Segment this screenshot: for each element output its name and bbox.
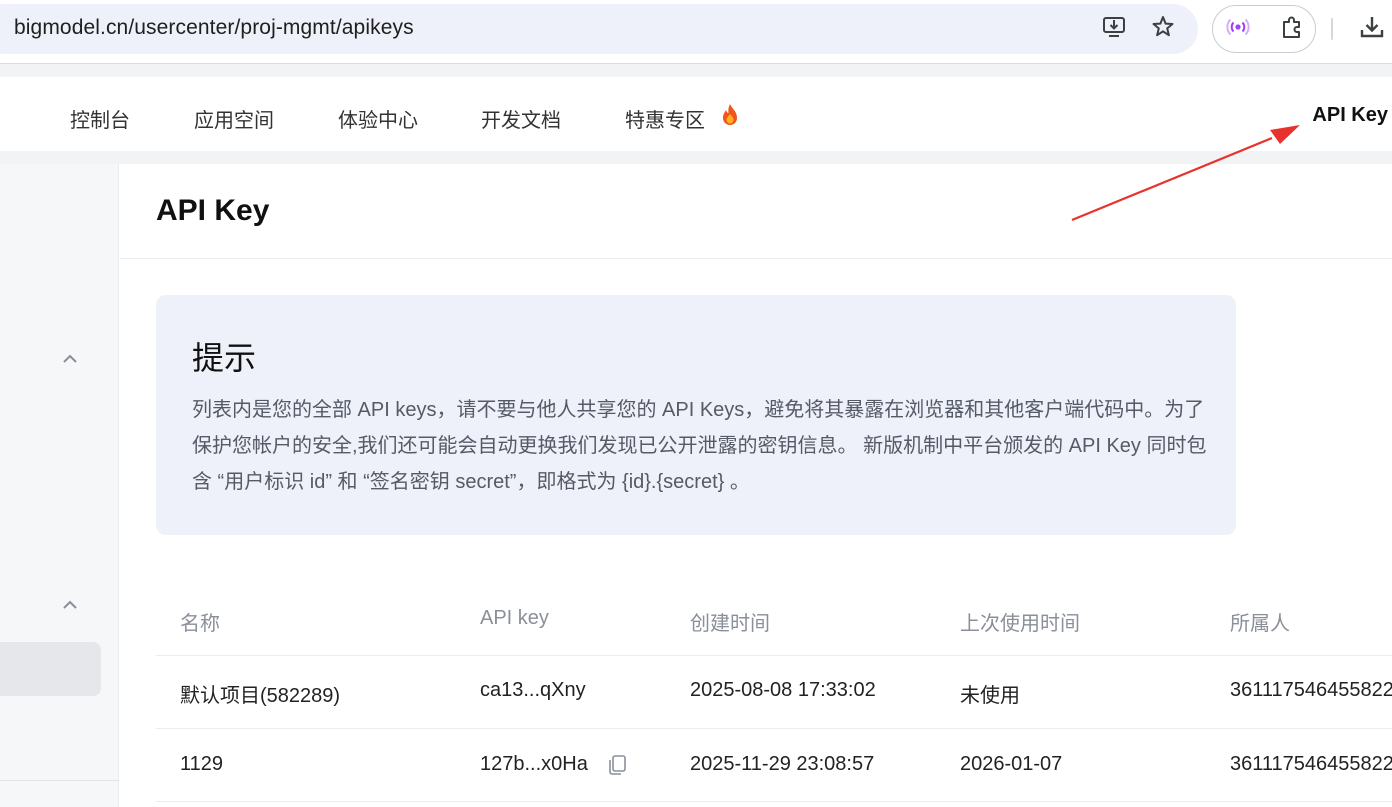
annotation-arrow xyxy=(1071,125,1300,222)
